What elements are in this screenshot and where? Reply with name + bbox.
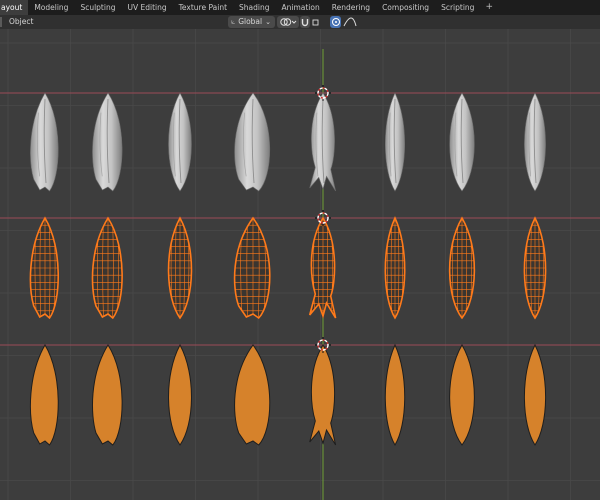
snap-magnet-icon <box>301 19 309 27</box>
orientation-label: Global <box>238 17 263 26</box>
proportional-edit-toggle[interactable] <box>330 16 341 28</box>
tab-uv-editing[interactable]: UV Editing <box>121 0 172 15</box>
tab-animation[interactable]: Animation <box>276 0 326 15</box>
add-workspace-button[interactable]: + <box>480 0 498 15</box>
proportional-edit-icon <box>331 18 340 26</box>
tab-scripting[interactable]: Scripting <box>435 0 480 15</box>
3d-viewport[interactable] <box>0 29 600 500</box>
snap-target-icon <box>312 19 319 26</box>
tab-sculpting[interactable]: Sculpting <box>74 0 121 15</box>
transform-orientation-dropdown[interactable]: Global ⌄ <box>228 16 275 28</box>
viewport-background <box>0 29 600 500</box>
header-edge <box>0 17 2 27</box>
tab-rendering[interactable]: Rendering <box>326 0 376 15</box>
tab-modeling[interactable]: Modeling <box>28 0 74 15</box>
chevron-down-icon: ⌄ <box>265 18 271 26</box>
falloff-curve-icon <box>343 17 357 27</box>
pivot-point-icon <box>280 18 297 26</box>
tab-ayout[interactable]: ayout <box>0 0 29 15</box>
workspace-tab-bar: ayout Modeling Sculpting UV Editing Texture … <box>0 0 600 15</box>
viewport-canvas[interactable] <box>0 29 600 500</box>
falloff-dropdown[interactable] <box>343 16 359 28</box>
tab-texture-paint[interactable]: Texture Paint <box>173 0 233 15</box>
snap-toggle[interactable] <box>300 16 310 28</box>
transform-axes-icon <box>231 20 235 24</box>
tab-compositing[interactable]: Compositing <box>376 0 435 15</box>
snap-target-dropdown[interactable] <box>312 16 320 28</box>
pivot-point-dropdown[interactable] <box>277 16 299 28</box>
tab-shading[interactable]: Shading <box>233 0 275 15</box>
viewport-header: Object Global ⌄ <box>0 15 600 29</box>
object-menu[interactable]: Object <box>9 15 33 29</box>
